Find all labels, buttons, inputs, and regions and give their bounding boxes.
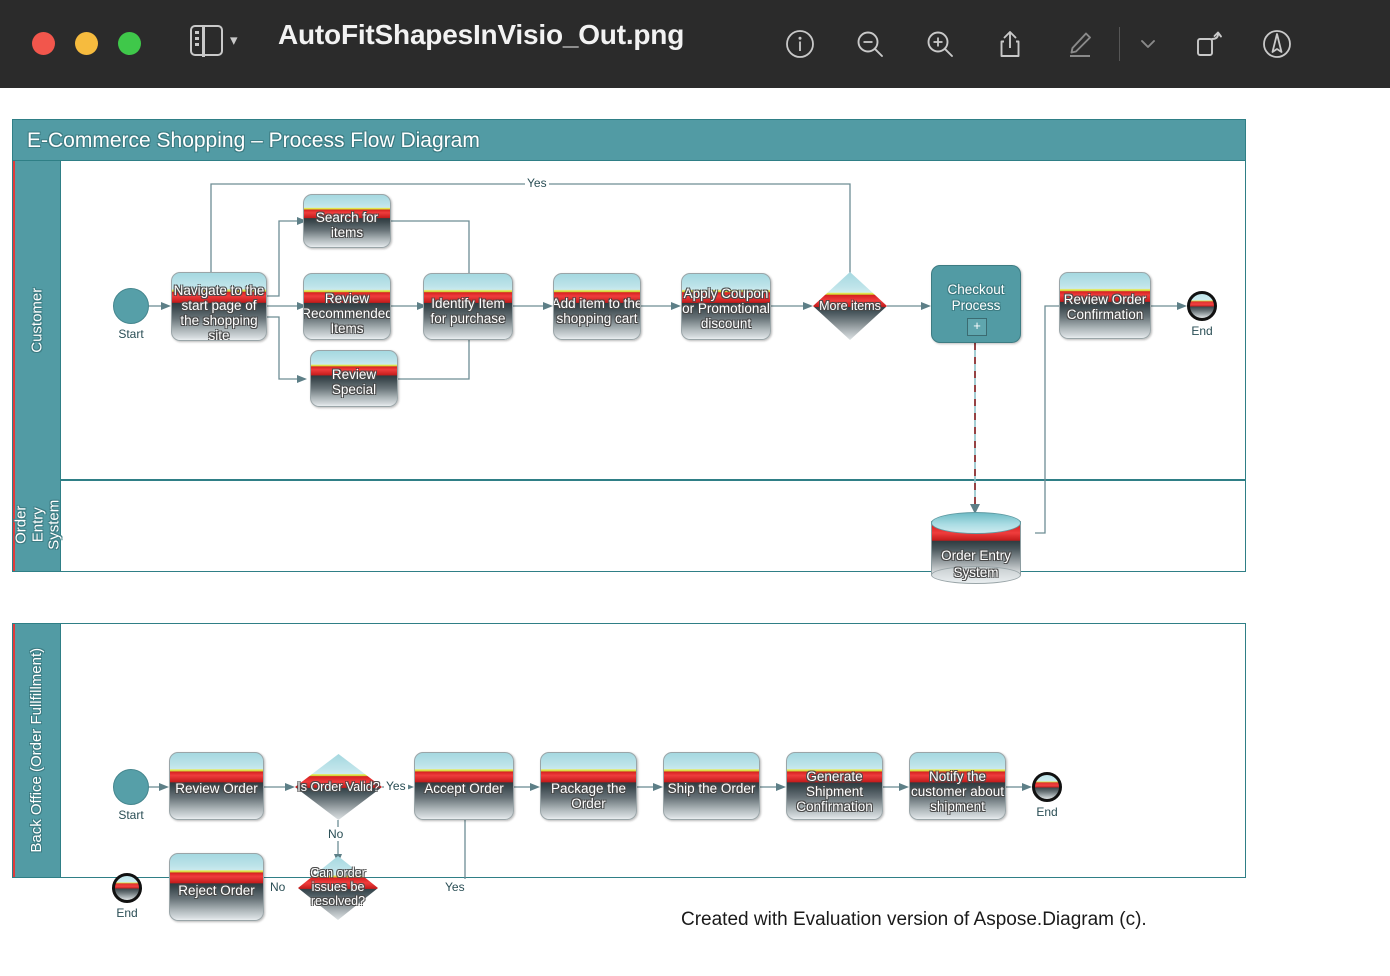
flow-label-resolve-no: No [268, 880, 287, 894]
node-package-the-order[interactable]: Package the Order [540, 752, 637, 820]
node-accept-order-label: Accept Order [415, 781, 513, 796]
lane-label-back-office: Back Office (Order Fullfillment) [15, 624, 61, 877]
node-notify-label: Notify the customer about shipment [910, 769, 1005, 814]
markup-icon[interactable] [1045, 14, 1115, 74]
node-identify-label: Identify Item for purchase [424, 296, 512, 326]
lane-label-customer: Customer [15, 161, 61, 479]
node-review-order-confirmation[interactable]: Review Order Confirmation [1059, 272, 1151, 339]
toolbar-divider [1119, 27, 1120, 61]
node-checkout-label: Checkout Process [932, 282, 1020, 314]
node-data-store-label: Order Entry System [931, 547, 1021, 581]
node-start-backoffice-label: Start [101, 808, 161, 822]
minimize-window-button[interactable] [75, 32, 98, 55]
node-ship-the-order[interactable]: Ship the Order [663, 752, 760, 820]
node-reject-order[interactable]: Reject Order [169, 853, 264, 921]
node-start-customer-label: Start [101, 327, 161, 341]
node-end-reject[interactable] [112, 873, 142, 903]
node-accept-order[interactable]: Accept Order [414, 752, 514, 820]
window-traffic-lights [32, 32, 141, 55]
node-generate-shipment-confirmation[interactable]: Generate Shipment Confirmation [786, 752, 883, 820]
flow-label-more-items-yes: Yes [525, 176, 549, 190]
zoom-out-icon[interactable] [835, 14, 905, 74]
node-search-for-items[interactable]: Search for items [303, 194, 391, 248]
node-notify-customer[interactable]: Notify the customer about shipment [909, 752, 1006, 820]
toolbar [765, 14, 1312, 74]
image-canvas: E-Commerce Shopping – Process Flow Diagr… [0, 88, 1390, 976]
node-search-label: Search for items [304, 210, 390, 240]
pool-ecommerce: E-Commerce Shopping – Process Flow Diagr… [12, 119, 1246, 572]
rotate-icon[interactable] [1172, 14, 1242, 74]
document-title: AutoFitShapesInVisio_Out.png [278, 19, 684, 51]
sidebar-toggle-button[interactable]: ▾ [190, 25, 238, 56]
diagram-title: E-Commerce Shopping – Process Flow Diagr… [27, 129, 480, 153]
node-coupon-label: Apply Coupon or Promotional discount [681, 286, 771, 331]
node-end-customer[interactable] [1187, 291, 1217, 321]
gateway-resolve-label: Can order issues be resolved? [286, 866, 390, 908]
flow-label-resolve-yes: Yes [443, 880, 467, 894]
node-addcart-label: Add item to the shopping cart [553, 296, 641, 326]
data-store-top-ellipse [931, 512, 1021, 534]
gateway-is-order-valid[interactable]: Is Order Valid? [295, 754, 382, 820]
lane-customer-text: Customer [29, 287, 46, 352]
gateway-more-items-label: More items [801, 299, 899, 313]
node-identify-item[interactable]: Identify Item for purchase [423, 273, 513, 340]
gateway-is-order-valid-label: Is Order Valid? [283, 780, 394, 794]
node-end-backoffice-label: End [1017, 805, 1077, 819]
zoom-in-icon[interactable] [905, 14, 975, 74]
node-add-item-to-cart[interactable]: Add item to the shopping cart [553, 273, 641, 340]
node-order-entry-data-store[interactable]: Order Entry System [931, 512, 1021, 584]
node-end-reject-label: End [97, 906, 157, 920]
pool1-connectors [13, 120, 1247, 573]
annotate-icon[interactable] [1242, 14, 1312, 74]
node-package-label: Package the Order [540, 781, 637, 811]
lane-label-order-entry-system: Order Entry System [15, 479, 61, 571]
lane-divider [61, 479, 1245, 481]
node-recommended-label: Review Recommended Items [303, 291, 391, 336]
close-window-button[interactable] [32, 32, 55, 55]
zoom-window-button[interactable] [118, 32, 141, 55]
node-revieworder-label: Review Order Confirmation [1059, 292, 1151, 322]
node-navigate-label: Navigate to the start page of the shoppi… [172, 283, 266, 341]
gateway-can-issues-be-resolved[interactable]: Can order issues be resolved? [298, 856, 378, 920]
node-review-special[interactable]: Review Special [310, 350, 398, 407]
info-icon[interactable] [765, 14, 835, 74]
node-ship-label: Ship the Order [664, 781, 759, 796]
lane-order-entry-text: Order Entry System [13, 500, 63, 550]
flow-label-valid-no: No [326, 827, 345, 841]
node-special-label: Review Special [311, 367, 397, 397]
chevron-down-icon[interactable] [1124, 14, 1172, 74]
window-titlebar: ▾ AutoFitShapesInVisio_Out.png [0, 0, 1390, 88]
pool-back-office: Back Office (Order Fullfillment) [12, 623, 1246, 878]
gateway-more-items[interactable]: More items [813, 272, 887, 340]
node-end-customer-label: End [1172, 324, 1232, 338]
pool-header: E-Commerce Shopping – Process Flow Diagr… [13, 120, 1245, 161]
node-review-order-label: Review Order [170, 781, 263, 796]
node-review-recommended-items[interactable]: Review Recommended Items [303, 273, 391, 340]
node-navigate-to-start-page[interactable]: Navigate to the start page of the shoppi… [171, 272, 267, 341]
share-icon[interactable] [975, 14, 1045, 74]
node-checkout-process[interactable]: Checkout Process + [931, 265, 1021, 343]
sidebar-icon [190, 25, 223, 56]
node-start-customer[interactable] [113, 288, 149, 324]
evaluation-watermark: Created with Evaluation version of Aspos… [681, 909, 1147, 931]
node-genship-label: Generate Shipment Confirmation [787, 769, 882, 814]
node-reject-label: Reject Order [170, 883, 263, 898]
chevron-down-icon[interactable]: ▾ [230, 33, 238, 48]
node-apply-coupon[interactable]: Apply Coupon or Promotional discount [681, 273, 771, 340]
lane-back-office-text: Back Office (Order Fullfillment) [29, 648, 46, 853]
subprocess-expand-marker[interactable]: + [967, 318, 987, 336]
node-start-backoffice[interactable] [113, 769, 149, 805]
node-end-backoffice[interactable] [1032, 772, 1062, 802]
node-review-order[interactable]: Review Order [169, 752, 264, 820]
